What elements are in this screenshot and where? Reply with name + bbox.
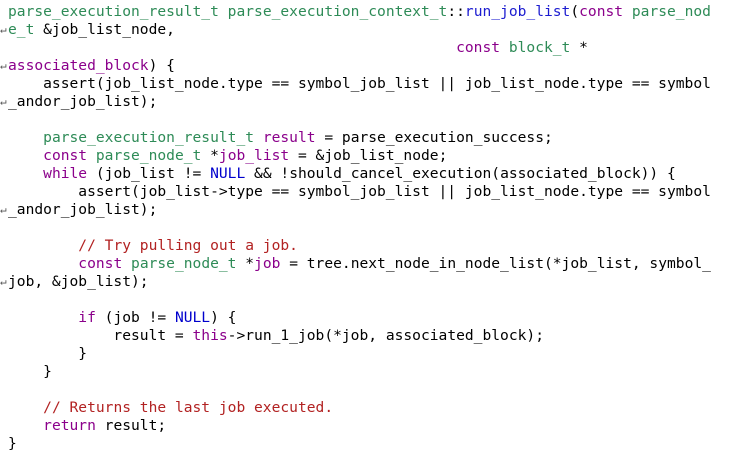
- code-line[interactable]: _andor_job_list);: [0, 93, 729, 111]
- code-token-plain: = parse_execution_success;: [315, 129, 553, 146]
- code-line[interactable]: [0, 219, 729, 237]
- code-token-param: associated_block: [8, 57, 149, 74]
- code-token-plain: result =: [8, 327, 193, 344]
- code-token-plain: assert(job_list_node.type == symbol_job_…: [8, 75, 711, 92]
- code-line[interactable]: }: [0, 363, 729, 381]
- code-token-type: block_t: [508, 39, 571, 56]
- code-line[interactable]: }: [0, 435, 729, 453]
- code-token-keyword: const: [43, 147, 88, 164]
- code-line[interactable]: e_t &job_list_node,: [0, 21, 729, 39]
- code-token-plain: && !should_cancel_execution(associated_b…: [245, 165, 676, 182]
- code-line[interactable]: assert(job_list_node.type == symbol_job_…: [0, 75, 729, 93]
- code-token-keyword: return: [43, 417, 96, 434]
- code-token-plain: }: [8, 435, 17, 452]
- code-token-keyword: if: [78, 309, 96, 326]
- code-token-plain: = &job_list_node;: [289, 147, 448, 164]
- code-line[interactable]: const parse_node_t *job_list = &job_list…: [0, 147, 729, 165]
- code-line[interactable]: }: [0, 345, 729, 363]
- code-line[interactable]: parse_execution_result_t parse_execution…: [0, 3, 729, 21]
- code-editor[interactable]: parse_execution_result_t parse_execution…: [0, 0, 729, 466]
- code-token-plain: job, &job_list);: [8, 273, 149, 290]
- code-token-keyword: this: [192, 327, 228, 344]
- code-token-plain: ->run_1_job(*job, associated_block);: [227, 327, 544, 344]
- code-line[interactable]: // Try pulling out a job.: [0, 237, 729, 255]
- code-token-type: e_t: [8, 21, 35, 38]
- code-line[interactable]: while (job_list != NULL && !should_cance…: [0, 165, 729, 183]
- code-token-comment: // Returns the last job executed.: [43, 399, 334, 416]
- code-token-constant: NULL: [210, 165, 246, 182]
- code-token-plain: assert(job_list->type == symbol_job_list…: [8, 183, 711, 200]
- code-token-plain: ) {: [210, 309, 237, 326]
- code-token-param: job: [254, 255, 281, 272]
- code-line[interactable]: job, &job_list);: [0, 273, 729, 291]
- code-token-plain: }: [8, 345, 88, 362]
- code-token-keyword: while: [43, 165, 88, 182]
- code-token-plain: (job !=: [95, 309, 175, 326]
- code-token-type: parse_nod: [631, 3, 711, 20]
- code-token-plain: *: [201, 147, 219, 164]
- code-line[interactable]: return result;: [0, 417, 729, 435]
- code-token-plain: (: [570, 3, 580, 20]
- code-token-plain: *: [236, 255, 255, 272]
- code-token-keyword: const: [579, 3, 624, 20]
- code-token-param: result: [262, 129, 316, 146]
- code-token-keyword: const: [456, 39, 501, 56]
- code-line[interactable]: const block_t *: [0, 39, 729, 57]
- line-wrap-icon: [0, 21, 8, 39]
- code-token-plain: result;: [95, 417, 167, 434]
- code-token-plain: ) {: [148, 57, 175, 74]
- code-token-plain: = tree.next_node_in_node_list(*job_list,…: [280, 255, 711, 272]
- code-token-type: parse_execution_result_t: [43, 129, 255, 146]
- code-token-type: parse_execution_result_t: [8, 3, 219, 20]
- code-token-plain: *: [570, 39, 588, 56]
- code-token-type: parse_node_t: [95, 147, 202, 164]
- code-line[interactable]: assert(job_list->type == symbol_job_list…: [0, 183, 729, 201]
- code-token-constant: NULL: [174, 309, 211, 326]
- code-line[interactable]: [0, 111, 729, 129]
- code-token-plain: _andor_job_list);: [8, 201, 158, 218]
- code-token-function: run_job_list: [464, 3, 571, 20]
- code-token-plain: ::: [447, 3, 465, 20]
- code-line[interactable]: associated_block) {: [0, 57, 729, 75]
- code-token-comment: // Try pulling out a job.: [78, 237, 298, 254]
- line-wrap-icon: [0, 273, 8, 291]
- code-token-plain: (job_list !=: [87, 165, 211, 182]
- code-token-plain: &job_list_node,: [34, 21, 175, 38]
- code-line[interactable]: [0, 381, 729, 399]
- code-line[interactable]: // Returns the last job executed.: [0, 399, 729, 417]
- code-token-type: parse_execution_context_t: [227, 3, 448, 20]
- code-token-type: parse_node_t: [131, 255, 237, 272]
- code-line[interactable]: const parse_node_t *job = tree.next_node…: [0, 255, 729, 273]
- code-line[interactable]: _andor_job_list);: [0, 201, 729, 219]
- code-line[interactable]: [0, 291, 729, 309]
- code-line[interactable]: parse_execution_result_t result = parse_…: [0, 129, 729, 147]
- line-wrap-icon: [0, 93, 8, 111]
- code-token-param: job_list: [218, 147, 290, 164]
- code-line[interactable]: result = this->run_1_job(*job, associate…: [0, 327, 729, 345]
- code-line[interactable]: if (job != NULL) {: [0, 309, 729, 327]
- code-token-plain: }: [8, 363, 52, 380]
- code-token-keyword: const: [78, 255, 123, 272]
- code-token-plain: _andor_job_list);: [8, 93, 158, 110]
- line-wrap-icon: [0, 57, 8, 75]
- line-wrap-icon: [0, 201, 8, 219]
